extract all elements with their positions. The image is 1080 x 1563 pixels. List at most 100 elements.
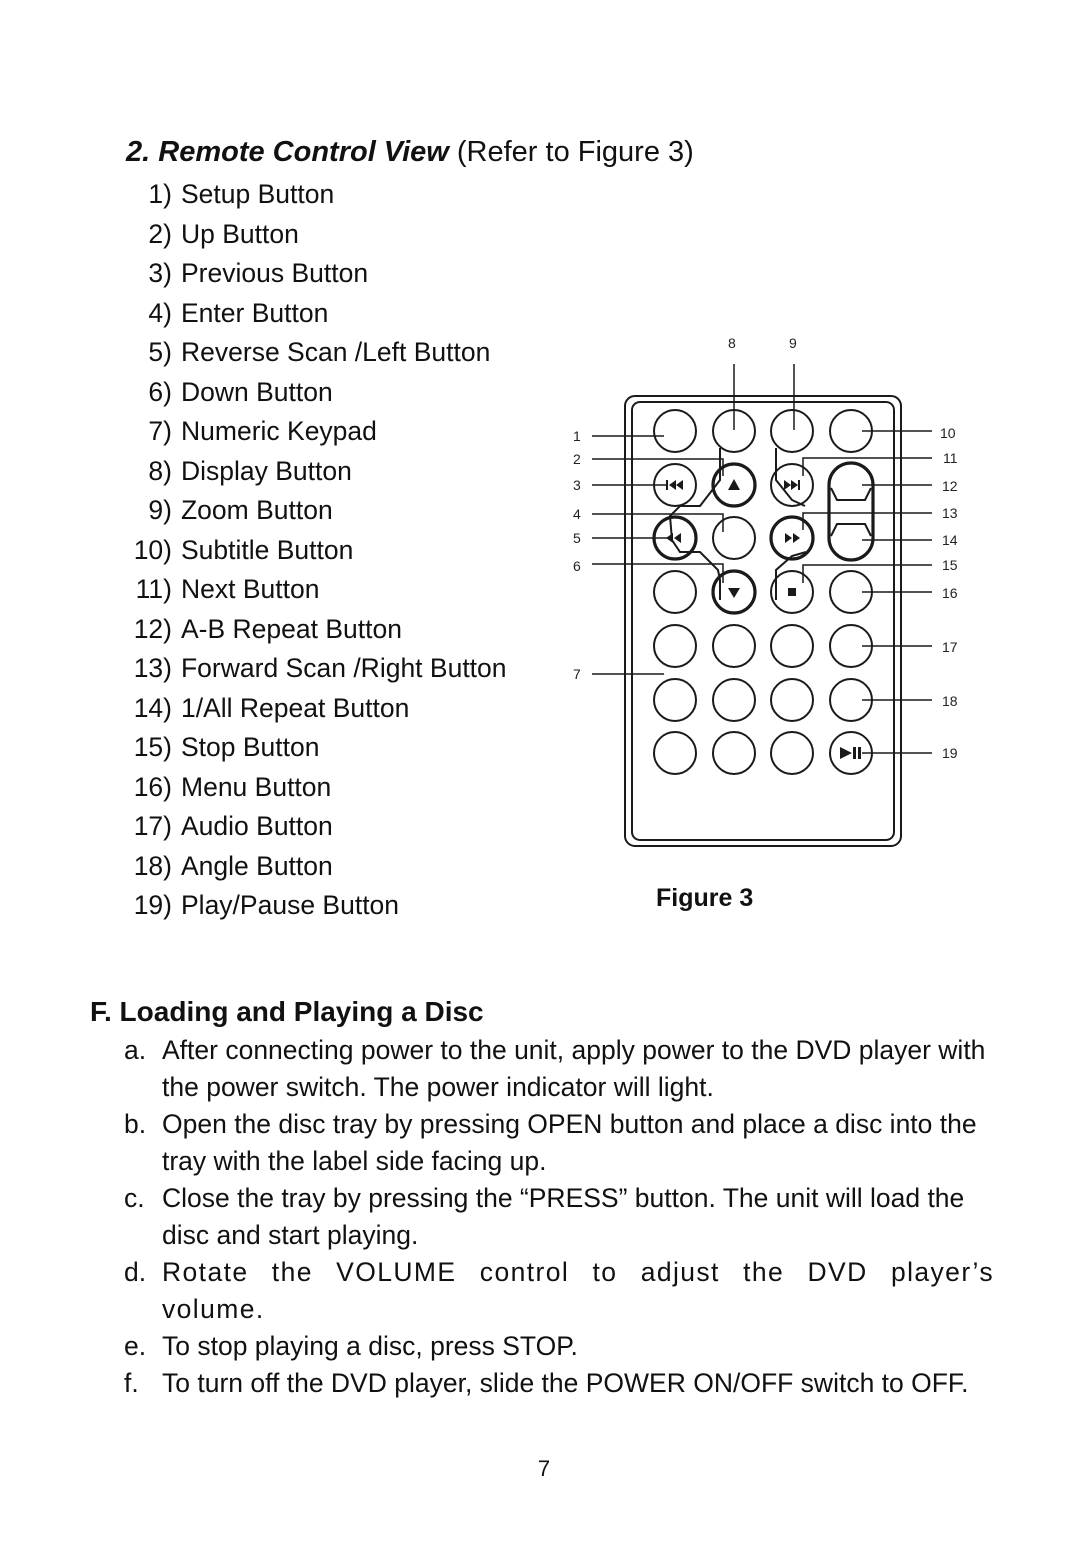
- list-item: 10) Subtitle Button: [120, 532, 507, 572]
- stop-icon: [788, 588, 796, 596]
- step-item: e. To stop playing a disc, press STOP.: [124, 1328, 994, 1365]
- repeat-capsule: [827, 461, 875, 562]
- step-item: f. To turn off the DVD player, slide the …: [124, 1365, 994, 1402]
- callout-1: 1: [573, 428, 581, 444]
- step-text: Open the disc tray by pressing OPEN butt…: [162, 1109, 977, 1176]
- item-label: Subtitle Button: [181, 534, 354, 565]
- remote-control-diagram: 8 9 1 2 3 4 5 6 7 10 11 12 13 14 15 16 1…: [573, 335, 958, 847]
- callout-12: 12: [942, 478, 958, 494]
- item-number: 15): [133, 732, 172, 762]
- list-item: 6) Down Button: [120, 374, 507, 414]
- list-item: 8) Display Button: [120, 453, 507, 493]
- callout-15: 15: [942, 557, 958, 573]
- item-number: 1): [148, 179, 172, 209]
- keypad-button-shape: [653, 570, 697, 614]
- item-number: 6): [148, 376, 172, 407]
- step-text: Rotate the VOLUME control to adjust the …: [162, 1257, 994, 1324]
- callout-11: 11: [943, 450, 958, 466]
- step-item: c. Close the tray by pressing the “PRESS”…: [124, 1180, 994, 1254]
- item-number: 2): [148, 218, 172, 249]
- callout-3: 3: [573, 477, 581, 493]
- item-number: 7): [148, 416, 172, 446]
- item-number: 5): [148, 337, 172, 367]
- button-list: 1) Setup Button 2) Up Button 3) Previous Bu…: [120, 176, 507, 927]
- steps-list: a. After connecting power to the unit, ap…: [124, 1032, 994, 1402]
- item-number: 18): [133, 850, 172, 881]
- section-title: Remote Control View: [158, 136, 449, 168]
- item-number: 19): [133, 890, 172, 920]
- callout-14: 14: [942, 532, 958, 548]
- list-item: 5) Reverse Scan /Left Button: [120, 334, 507, 374]
- list-item: 2) Up Button: [120, 216, 507, 256]
- zoom-button-shape: [770, 409, 814, 453]
- item-label: Forward Scan /Right Button: [181, 653, 507, 683]
- callout-9: 9: [789, 335, 797, 351]
- callout-6: 6: [573, 558, 581, 574]
- list-item: 11) Next Button: [120, 571, 507, 611]
- figure-reference: (Refer to Figure 3): [448, 136, 694, 168]
- item-label: Numeric Keypad: [181, 416, 377, 446]
- section-heading-loading-disc: F. Loading and Playing a Disc: [90, 996, 484, 1027]
- step-item: b. Open the disc tray by pressing OPEN bu…: [124, 1106, 994, 1180]
- list-item: 18) Angle Button: [120, 848, 507, 888]
- section-heading-remote-control-view: 2. Remote Control View (Refer to Figure …: [126, 136, 694, 169]
- list-item: 9) Zoom Button: [120, 492, 507, 532]
- figure-caption: Figure 3: [656, 884, 754, 912]
- item-number: 3): [148, 258, 172, 288]
- list-item: 14) 1/All Repeat Button: [120, 690, 507, 730]
- item-number: 16): [133, 771, 172, 802]
- callout-2: 2: [573, 451, 581, 467]
- item-label: Previous Button: [181, 258, 369, 288]
- item-number: 11): [135, 574, 172, 604]
- step-text: To stop playing a disc, press STOP.: [162, 1331, 578, 1361]
- step-letter: b.: [124, 1109, 147, 1139]
- item-label: A-B Repeat Button: [181, 613, 402, 644]
- list-item: 1) Setup Button: [120, 176, 507, 216]
- item-number: 14): [133, 692, 172, 723]
- list-item: 15) Stop Button: [120, 729, 507, 769]
- page-number: 7: [537, 1456, 551, 1481]
- step-letter: d.: [124, 1257, 147, 1287]
- item-label: Audio Button: [181, 811, 333, 841]
- item-label: Setup Button: [181, 179, 335, 209]
- ab-repeat-divider: [830, 487, 872, 501]
- step-letter: e.: [124, 1331, 147, 1361]
- list-item: 17) Audio Button: [120, 808, 507, 848]
- next-icon: [784, 480, 800, 490]
- callout-8: 8: [728, 335, 736, 351]
- callout-7: 7: [573, 666, 581, 682]
- step-item: a. After connecting power to the unit, ap…: [124, 1032, 994, 1106]
- item-label: Angle Button: [181, 850, 333, 881]
- item-label: Next Button: [181, 574, 320, 604]
- setup-button-shape: [653, 409, 697, 453]
- item-number: 12): [133, 613, 172, 644]
- item-number: 10): [133, 534, 172, 565]
- callout-13: 13: [942, 505, 958, 521]
- item-number: 4): [148, 297, 172, 328]
- list-item: 7) Numeric Keypad: [120, 413, 507, 453]
- item-label: 1/All Repeat Button: [181, 692, 410, 723]
- down-arrow-icon: [728, 588, 740, 598]
- callout-5: 5: [573, 530, 581, 546]
- item-label: Display Button: [181, 455, 352, 486]
- item-label: Stop Button: [181, 732, 320, 762]
- item-label: Play/Pause Button: [181, 890, 400, 920]
- callout-17: 17: [942, 639, 958, 655]
- step-text: After connecting power to the unit, appl…: [162, 1035, 986, 1102]
- previous-icon: [666, 480, 683, 490]
- forward-scan-icon: [785, 533, 800, 543]
- step-item: d. Rotate the VOLUME control to adjust th…: [124, 1254, 994, 1328]
- step-letter: c.: [124, 1183, 145, 1213]
- list-item: 16) Menu Button: [120, 769, 507, 809]
- enter-button-shape: [712, 516, 756, 560]
- section-number: 2.: [126, 136, 151, 168]
- callout-16: 16: [942, 585, 958, 601]
- callout-4: 4: [573, 506, 581, 522]
- step-text: To turn off the DVD player, slide the PO…: [162, 1368, 969, 1398]
- list-item: 13) Forward Scan /Right Button: [120, 650, 507, 690]
- list-item: 19) Play/Pause Button: [120, 887, 507, 927]
- list-item: 4) Enter Button: [120, 295, 507, 335]
- up-arrow-icon: [728, 479, 740, 490]
- item-label: Zoom Button: [181, 495, 333, 525]
- item-number: 17): [133, 811, 172, 841]
